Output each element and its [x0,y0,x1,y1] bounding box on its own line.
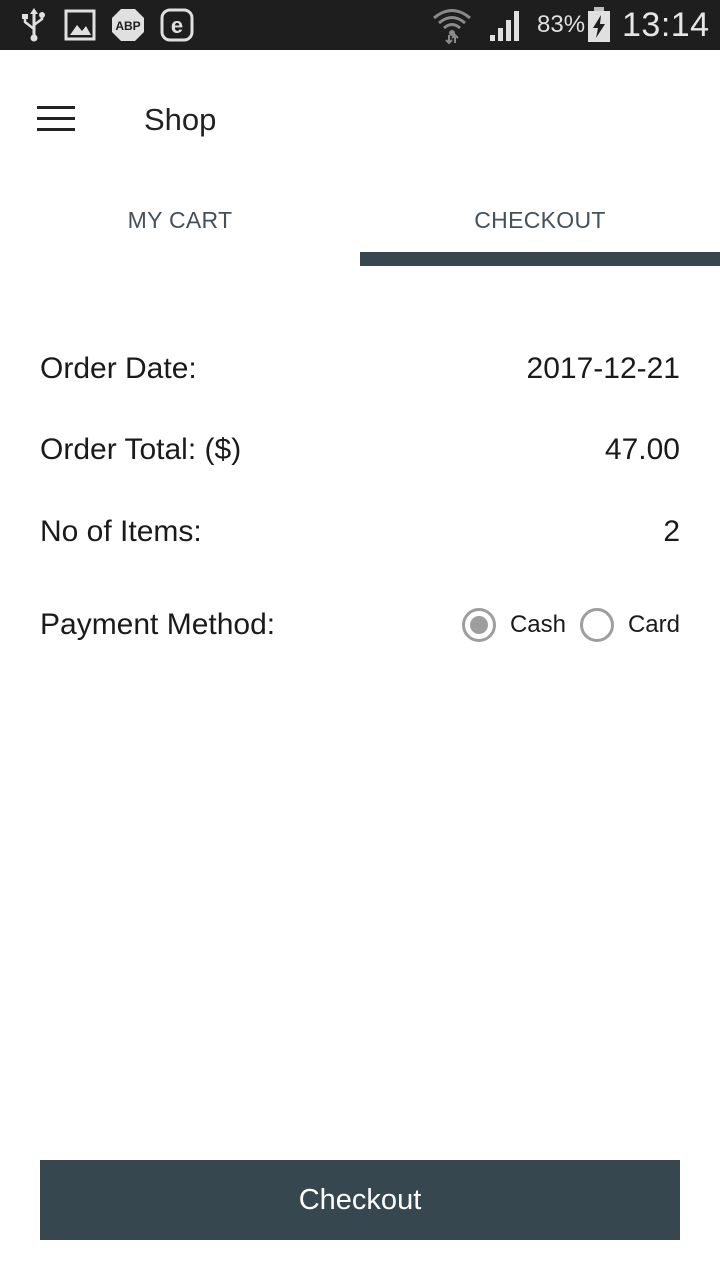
battery-charging-icon [586,0,612,50]
radio-dot [469,616,488,634]
tab-indicator [360,252,720,266]
checkout-button[interactable]: Checkout [40,1160,680,1240]
app-bar: Shop [0,50,720,190]
cell-signal-icon [488,0,524,50]
payment-radio-group: Cash Card [461,608,680,642]
hamburger-menu-icon[interactable] [30,96,82,142]
tab-checkout[interactable]: CHECKOUT [360,180,720,260]
items-count-row: No of Items: 2 [40,507,680,557]
status-time: 13:14 [622,5,710,44]
items-count-value: 2 [663,515,680,548]
adblock-plus-icon: ABP [110,0,146,50]
order-date-row: Order Date: 2017-12-21 [40,344,680,394]
items-count-label: No of Items: [40,515,202,548]
payment-card-radio[interactable]: Card [579,608,680,642]
order-total-row: Order Total: ($) 47.00 [40,425,680,475]
radio-checked-icon[interactable] [461,608,496,642]
checkout-screen: ABP e 83% 13:14 Shop MY CART CHECKOUT Or… [0,0,720,1280]
e-label: e [171,13,183,38]
payment-method-label: Payment Method: [40,608,276,641]
e-icon: e [160,0,194,50]
battery-percent: 83% [537,11,586,38]
order-date-label: Order Date: [40,352,197,385]
payment-cash-label[interactable]: Cash [510,611,566,639]
order-total-value: 47.00 [604,433,680,466]
gallery-icon [64,0,96,50]
order-total-label: Order Total: ($) [40,433,242,466]
payment-method-row: Payment Method: Cash Card [40,600,680,650]
radio-unchecked-icon[interactable] [579,608,614,642]
tab-my-cart[interactable]: MY CART [0,180,360,260]
status-bar: ABP e 83% 13:14 [0,0,720,50]
order-date-value: 2017-12-21 [526,352,680,385]
usb-icon [20,0,48,50]
payment-card-label[interactable]: Card [628,611,680,639]
tab-bar: MY CART CHECKOUT [0,180,720,266]
payment-cash-radio[interactable]: Cash [461,608,566,642]
abp-label: ABP [115,19,140,33]
app-title: Shop [144,102,217,137]
wifi-icon [432,0,472,50]
